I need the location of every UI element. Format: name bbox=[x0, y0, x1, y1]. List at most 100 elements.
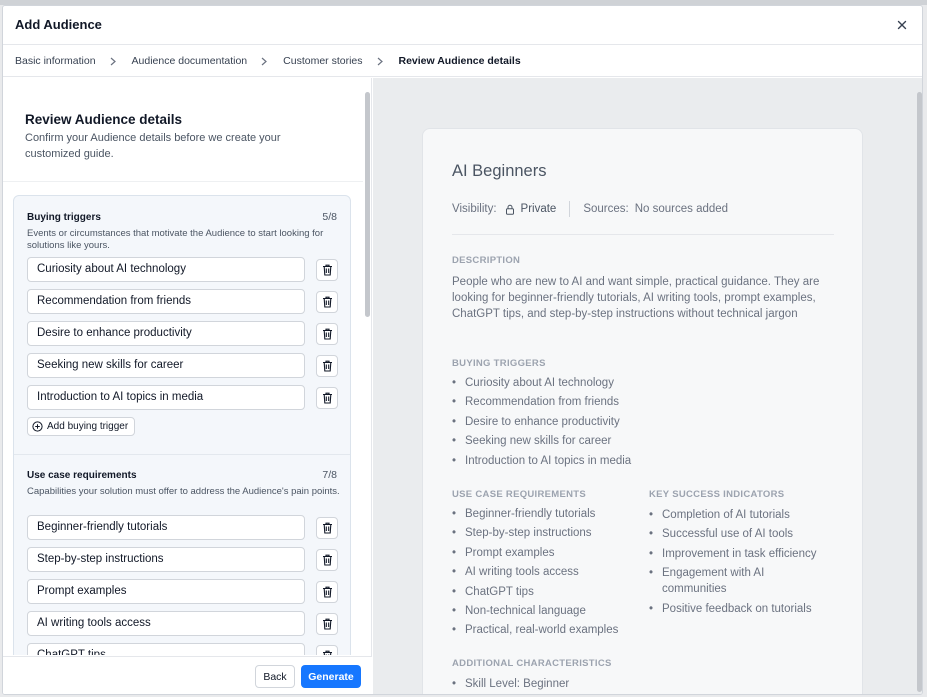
delete-button[interactable] bbox=[316, 549, 338, 571]
close-button[interactable] bbox=[892, 15, 912, 35]
sources-value: No sources added bbox=[634, 203, 729, 215]
list-item: Desire to enhance productivity bbox=[452, 413, 631, 433]
list-item: Improvement in task efficiency bbox=[649, 546, 829, 562]
chevron-right-icon bbox=[110, 57, 116, 66]
chevron-right-icon bbox=[261, 57, 268, 66]
list-item: Completion of AI tutorials bbox=[649, 507, 829, 523]
trash-icon bbox=[322, 650, 332, 655]
sources-label: Sources: bbox=[583, 203, 629, 215]
use-case-label: USE CASE REQUIREMENTS bbox=[452, 489, 587, 500]
preview-panel: AI Beginners Visibility: Private Sources… bbox=[373, 78, 922, 694]
delete-button[interactable] bbox=[316, 645, 338, 655]
list-item: Skill Level: Beginner bbox=[452, 675, 569, 694]
list-item: Introduction to AI topics in media bbox=[452, 452, 631, 472]
audience-meta: Visibility: Private Sources: No sources … bbox=[452, 201, 728, 217]
list-item: ChatGPT tips bbox=[452, 583, 618, 603]
use-case-list: Beginner-friendly tutorials Step-by-step… bbox=[452, 505, 618, 641]
details-card: Buying triggers 5/8 Events or circumstan… bbox=[13, 195, 351, 655]
buying-trigger-input[interactable]: Introduction to AI topics in media bbox=[27, 385, 305, 410]
buying-triggers-heading: Buying triggers bbox=[27, 212, 101, 223]
delete-button[interactable] bbox=[316, 259, 338, 281]
buying-triggers-count: 5/8 bbox=[322, 211, 337, 223]
use-case-heading: Use case requirements bbox=[27, 470, 137, 481]
delete-button[interactable] bbox=[316, 613, 338, 635]
add-audience-modal: Add Audience Basic information Audience … bbox=[2, 5, 923, 695]
list-item: Seeking new skills for career bbox=[452, 432, 631, 452]
list-item: Practical, real-world examples bbox=[452, 621, 618, 641]
list-item: Engagement with AI communities bbox=[649, 565, 774, 597]
delete-button[interactable] bbox=[316, 517, 338, 539]
step-review-audience-details[interactable]: Review Audience details bbox=[399, 55, 521, 67]
meta-divider bbox=[569, 201, 571, 217]
delete-button[interactable] bbox=[316, 355, 338, 377]
modal-footer: Back Generate bbox=[3, 656, 372, 694]
delete-button[interactable] bbox=[316, 323, 338, 345]
buying-trigger-input[interactable]: Seeking new skills for career bbox=[27, 353, 305, 378]
trash-icon bbox=[322, 554, 332, 566]
buying-trigger-input[interactable]: Desire to enhance productivity bbox=[27, 321, 305, 346]
trash-icon bbox=[322, 328, 332, 340]
list-item: Beginner-friendly tutorials bbox=[452, 505, 618, 525]
review-subtitle: Confirm your Audience details before we … bbox=[25, 132, 281, 160]
add-buying-trigger-button[interactable]: Add buying trigger bbox=[27, 417, 136, 436]
edit-panel-scroll-area: Review Audience details Confirm your Aud… bbox=[3, 78, 363, 655]
use-case-input[interactable]: Prompt examples bbox=[27, 579, 305, 604]
back-button[interactable]: Back bbox=[255, 665, 295, 688]
list-item: Step-by-step instructions bbox=[452, 524, 618, 544]
buying-triggers-label: BUYING TRIGGERS bbox=[452, 358, 546, 369]
list-item: Non-technical language bbox=[452, 602, 618, 622]
buying-trigger-input[interactable]: Curiosity about AI technology bbox=[27, 257, 305, 282]
use-case-input[interactable]: ChatGPT tips bbox=[27, 643, 305, 655]
list-item: Recommendation from friends bbox=[452, 393, 631, 413]
lock-icon bbox=[505, 204, 514, 215]
plus-circle-icon bbox=[32, 421, 43, 432]
preview-panel-scrollbar[interactable] bbox=[917, 92, 922, 692]
audience-preview-card: AI Beginners Visibility: Private Sources… bbox=[422, 128, 863, 694]
chevron-right-icon bbox=[377, 57, 383, 66]
use-case-input[interactable]: AI writing tools access bbox=[27, 611, 305, 636]
trash-icon bbox=[322, 618, 332, 630]
delete-button[interactable] bbox=[316, 291, 338, 313]
audience-name: AI Beginners bbox=[452, 162, 547, 180]
step-customer-stories[interactable]: Customer stories bbox=[283, 55, 362, 67]
delete-button[interactable] bbox=[316, 581, 338, 603]
edit-panel: Review Audience details Confirm your Aud… bbox=[3, 78, 372, 694]
delete-button[interactable] bbox=[316, 387, 338, 409]
visibility-value: Private bbox=[520, 203, 557, 215]
use-case-count: 7/8 bbox=[322, 469, 337, 481]
trash-icon bbox=[322, 360, 332, 372]
ksi-list: Completion of AI tutorials Successful us… bbox=[649, 507, 829, 620]
preview-divider bbox=[452, 234, 834, 235]
additional-characteristics-list: Skill Level: Beginner bbox=[452, 675, 569, 694]
modal-header: Add Audience bbox=[3, 6, 922, 45]
list-item: Prompt examples bbox=[452, 544, 618, 564]
list-item: Successful use of AI tools bbox=[649, 526, 829, 542]
use-case-input[interactable]: Step-by-step instructions bbox=[27, 547, 305, 572]
additional-characteristics-label: ADDITIONAL CHARACTERISTICS bbox=[452, 658, 612, 669]
trash-icon bbox=[322, 296, 332, 308]
edit-panel-scrollbar[interactable] bbox=[365, 92, 370, 317]
trash-icon bbox=[322, 264, 332, 276]
description-label: DESCRIPTION bbox=[452, 255, 521, 266]
buying-triggers-list: Curiosity about AI technology Recommenda… bbox=[452, 374, 631, 471]
step-basic-information[interactable]: Basic information bbox=[15, 55, 96, 67]
generate-button[interactable]: Generate bbox=[301, 665, 361, 688]
trash-icon bbox=[322, 522, 332, 534]
step-audience-documentation[interactable]: Audience documentation bbox=[132, 55, 248, 67]
description-text: People who are new to AI and want simple… bbox=[452, 276, 820, 320]
use-case-input[interactable]: Beginner-friendly tutorials bbox=[27, 515, 305, 540]
review-title: Review Audience details bbox=[25, 112, 183, 127]
divider bbox=[3, 181, 363, 182]
close-icon bbox=[897, 20, 907, 30]
visibility-label: Visibility: bbox=[452, 203, 497, 215]
buying-triggers-description: Events or circumstances that motivate th… bbox=[27, 228, 324, 251]
list-item: Positive feedback on tutorials bbox=[649, 601, 829, 617]
trash-icon bbox=[322, 392, 332, 404]
section-divider bbox=[14, 454, 350, 455]
use-case-description: Capabilities your solution must offer to… bbox=[27, 486, 340, 497]
modal-title: Add Audience bbox=[15, 17, 102, 32]
trash-icon bbox=[322, 586, 332, 598]
list-item: AI writing tools access bbox=[452, 563, 618, 583]
buying-trigger-input[interactable]: Recommendation from friends bbox=[27, 289, 305, 314]
ksi-label: KEY SUCCESS INDICATORS bbox=[649, 489, 785, 500]
